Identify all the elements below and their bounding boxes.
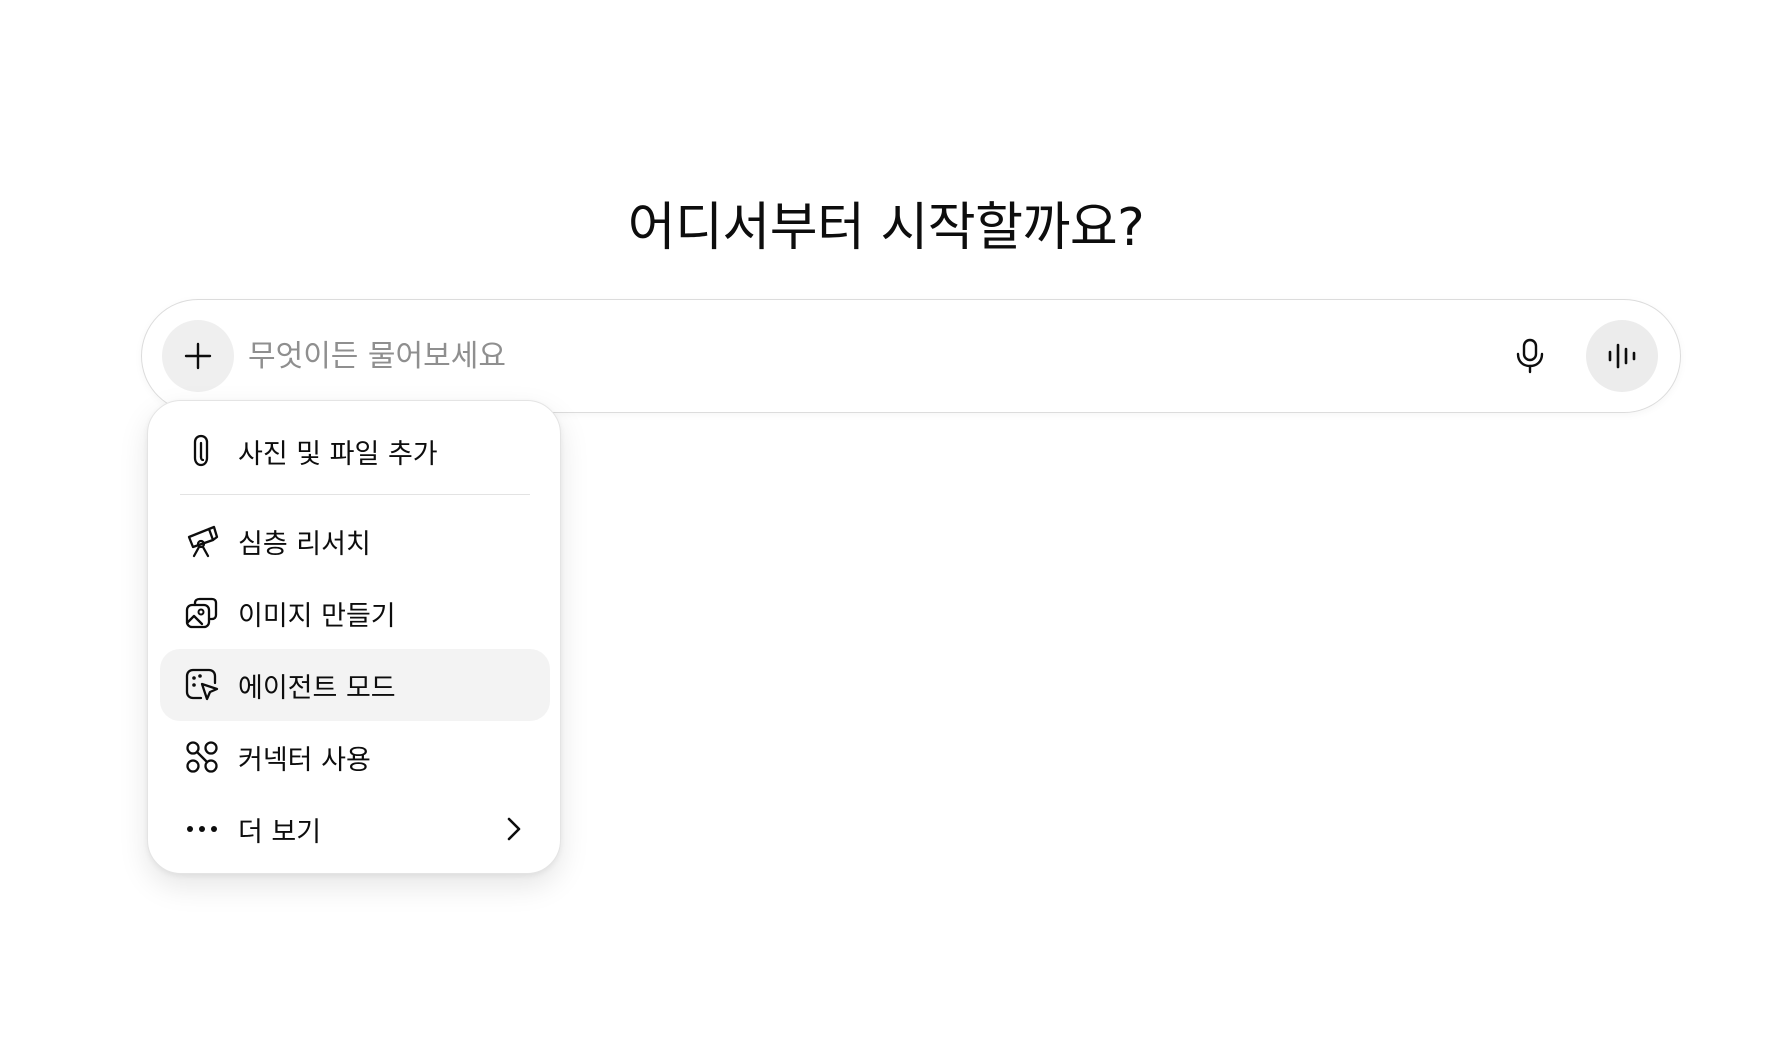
menu-item-agent-mode[interactable]: 에이전트 모드 bbox=[160, 649, 550, 721]
menu-item-label: 더 보기 bbox=[238, 816, 322, 848]
plus-icon bbox=[184, 342, 212, 370]
page-heading: 어디서부터 시작할까요? bbox=[627, 197, 1145, 258]
menu-item-create-image[interactable]: 이미지 만들기 bbox=[160, 577, 550, 649]
image-create-icon bbox=[182, 593, 222, 633]
menu-item-label: 심층 리서치 bbox=[238, 528, 371, 560]
paperclip-icon bbox=[182, 431, 222, 471]
menu-item-label: 이미지 만들기 bbox=[238, 600, 396, 632]
microphone-icon bbox=[1516, 338, 1544, 374]
menu-item-label: 사진 및 파일 추가 bbox=[238, 438, 438, 470]
menu-item-label: 커넥터 사용 bbox=[238, 744, 371, 776]
menu-divider bbox=[180, 494, 530, 495]
dictate-button[interactable] bbox=[1500, 326, 1560, 386]
agent-cursor-icon bbox=[182, 665, 222, 705]
menu-item-deep-research[interactable]: 심층 리서치 bbox=[160, 505, 550, 577]
menu-item-label: 에이전트 모드 bbox=[238, 672, 396, 704]
menu-item-use-connectors[interactable]: 커넥터 사용 bbox=[160, 721, 550, 793]
voice-waveform-icon bbox=[1608, 343, 1636, 369]
voice-mode-button[interactable] bbox=[1586, 320, 1658, 392]
connectors-icon bbox=[182, 737, 222, 777]
attachment-menu: 사진 및 파일 추가 심층 리서치 이미지 만들기 에이전트 모드 커넥터 사용… bbox=[147, 400, 561, 874]
menu-item-more[interactable]: 더 보기 bbox=[160, 793, 550, 865]
more-dots-icon bbox=[182, 809, 222, 849]
telescope-icon bbox=[182, 521, 222, 561]
page: 어디서부터 시작할까요? 무엇이든 물어보세요 사진 및 파일 추가 심층 리서… bbox=[0, 0, 1772, 1044]
add-attachment-button[interactable] bbox=[162, 320, 234, 392]
chevron-right-icon bbox=[498, 813, 530, 845]
prompt-composer bbox=[141, 299, 1681, 413]
menu-item-add-photos-files[interactable]: 사진 및 파일 추가 bbox=[160, 415, 550, 487]
prompt-input[interactable] bbox=[248, 327, 1388, 385]
